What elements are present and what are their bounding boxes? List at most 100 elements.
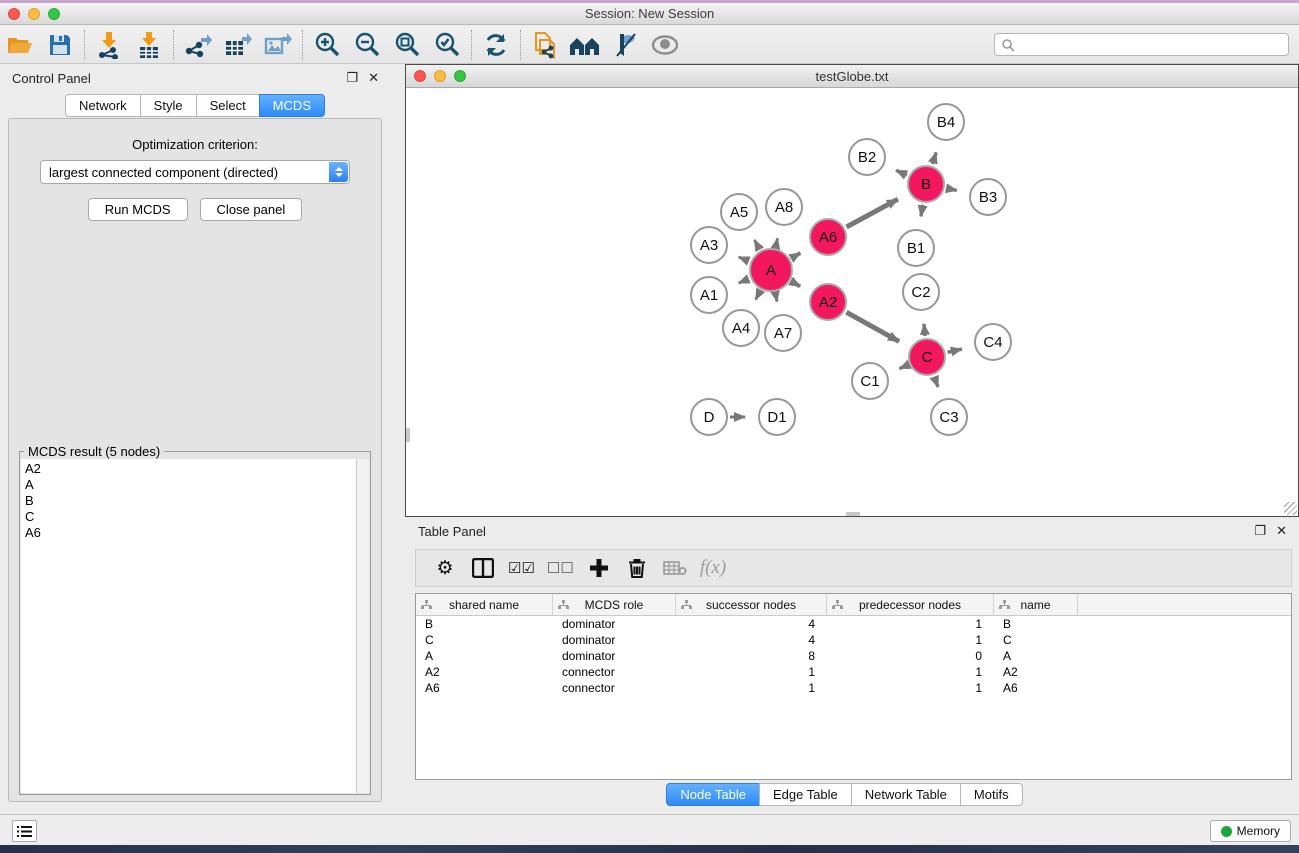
mcds-result-list[interactable]: A2ABCA6 — [21, 459, 369, 793]
memory-button[interactable]: Memory — [1210, 820, 1291, 842]
node-C4[interactable]: C4 — [974, 323, 1012, 361]
search-input[interactable] — [1019, 38, 1288, 52]
table-row-B[interactable]: Bdominator41B — [416, 616, 1291, 632]
node-B2[interactable]: B2 — [848, 138, 886, 176]
network-window-titlebar[interactable]: testGlobe.txt — [406, 65, 1298, 88]
cell[interactable]: 1 — [676, 665, 827, 679]
node-C2[interactable]: C2 — [902, 273, 940, 311]
node-A3[interactable]: A3 — [690, 226, 728, 264]
import-network-icon[interactable] — [89, 29, 129, 61]
import-table-icon[interactable] — [129, 29, 169, 61]
cell[interactable]: 1 — [827, 665, 994, 679]
cell[interactable]: B — [416, 617, 553, 631]
delete-columns-icon[interactable] — [624, 554, 650, 582]
edge-B-B3[interactable] — [947, 188, 957, 190]
open-file-icon[interactable] — [0, 29, 40, 61]
tab-network-table[interactable]: Network Table — [851, 783, 961, 806]
zoom-selected-icon[interactable] — [427, 29, 467, 61]
float-table-panel-icon[interactable]: ❐ — [1254, 523, 1266, 539]
edge-A-A8[interactable] — [776, 238, 778, 246]
cell[interactable]: 1 — [827, 633, 994, 647]
tab-mcds[interactable]: MCDS — [259, 94, 325, 117]
node-C3[interactable]: C3 — [930, 398, 968, 436]
tab-node-table[interactable]: Node Table — [666, 783, 760, 806]
cell[interactable]: A6 — [994, 681, 1078, 695]
edge-A-A6[interactable] — [792, 253, 801, 258]
search-box[interactable] — [994, 33, 1289, 56]
node-C[interactable]: C — [908, 338, 946, 376]
edge-C-C3[interactable] — [934, 377, 938, 387]
node-C1[interactable]: C1 — [851, 362, 889, 400]
node-B[interactable]: B — [907, 165, 945, 203]
export-network-icon[interactable] — [178, 29, 218, 61]
edge-A-A1[interactable] — [739, 279, 749, 283]
cell[interactable]: dominator — [553, 617, 676, 631]
node-A4[interactable]: A4 — [722, 309, 760, 347]
node-A2[interactable]: A2 — [809, 283, 847, 321]
node-B3[interactable]: B3 — [969, 178, 1007, 216]
edge-B-B2[interactable] — [896, 170, 907, 175]
cell[interactable]: C — [416, 633, 553, 647]
tab-motifs[interactable]: Motifs — [960, 783, 1023, 806]
zoom-in-icon[interactable] — [307, 29, 347, 61]
edge-A2-C[interactable] — [846, 312, 899, 341]
table-row-C[interactable]: Cdominator41C — [416, 632, 1291, 648]
zoom-fit-icon[interactable] — [387, 29, 427, 61]
table-row-A2[interactable]: A2connector11A2 — [416, 664, 1291, 680]
cell[interactable]: A2 — [994, 665, 1078, 679]
mcds-result-item[interactable]: A2 — [25, 461, 369, 477]
node-A8[interactable]: A8 — [765, 188, 803, 226]
run-mcds-button[interactable]: Run MCDS — [88, 198, 188, 221]
table-row-A6[interactable]: A6connector11A6 — [416, 680, 1291, 696]
column-header-name[interactable]: name — [994, 594, 1078, 615]
edge-C-C1[interactable] — [899, 365, 907, 368]
zoom-out-icon[interactable] — [347, 29, 387, 61]
table-row-A[interactable]: Adominator80A — [416, 648, 1291, 664]
new-network-from-selection-icon[interactable] — [525, 29, 565, 61]
select-all-icon[interactable]: ☑☑ — [508, 554, 535, 582]
column-header-shared-name[interactable]: shared name — [416, 594, 553, 615]
column-header-successor-nodes[interactable]: successor nodes — [676, 594, 827, 615]
show-columns-icon[interactable] — [470, 554, 496, 582]
node-A7[interactable]: A7 — [764, 314, 802, 352]
node-A1[interactable]: A1 — [690, 276, 728, 314]
tab-network[interactable]: Network — [65, 94, 141, 117]
export-table-icon[interactable] — [218, 29, 258, 61]
cell[interactable]: A — [994, 649, 1078, 663]
cell[interactable]: B — [994, 617, 1078, 631]
cell[interactable]: connector — [553, 681, 676, 695]
tab-select[interactable]: Select — [196, 94, 260, 117]
edge-C-C4[interactable] — [947, 349, 961, 352]
window-resize-grip[interactable] — [1284, 502, 1297, 515]
mcds-result-item[interactable]: A — [25, 477, 369, 493]
node-D1[interactable]: D1 — [758, 398, 796, 436]
deselect-all-icon[interactable]: ☐☐ — [547, 554, 574, 582]
node-B1[interactable]: B1 — [897, 229, 935, 267]
cell[interactable]: 4 — [676, 617, 827, 631]
cell[interactable]: dominator — [553, 633, 676, 647]
cell[interactable]: 1 — [676, 681, 827, 695]
cell[interactable]: C — [994, 633, 1078, 647]
edge-C-C2[interactable] — [924, 324, 925, 336]
tab-edge-table[interactable]: Edge Table — [759, 783, 852, 806]
cell[interactable]: 1 — [827, 681, 994, 695]
mcds-result-scrollbar[interactable] — [356, 459, 369, 793]
close-table-panel-icon[interactable]: ✕ — [1276, 523, 1287, 539]
delete-table-icon[interactable] — [662, 554, 688, 582]
mcds-result-item[interactable]: A6 — [25, 525, 369, 541]
table-settings-icon[interactable]: ⚙ — [432, 554, 458, 582]
first-neighbors-icon[interactable] — [565, 29, 605, 61]
mcds-result-item[interactable]: B — [25, 493, 369, 509]
save-session-icon[interactable] — [40, 29, 80, 61]
cell[interactable]: A6 — [416, 681, 553, 695]
node-A[interactable]: A — [749, 248, 793, 292]
add-column-icon[interactable] — [586, 554, 612, 582]
cell[interactable]: A2 — [416, 665, 553, 679]
node-A5[interactable]: A5 — [720, 193, 758, 231]
criterion-select[interactable]: largest connected component (directed) — [40, 160, 350, 184]
column-header-MCDS-role[interactable]: MCDS role — [553, 594, 676, 615]
show-graphics-details-icon[interactable] — [645, 29, 685, 61]
close-panel-icon[interactable]: ✕ — [368, 70, 379, 86]
node-D[interactable]: D — [690, 398, 728, 436]
float-panel-icon[interactable]: ❐ — [346, 70, 358, 86]
